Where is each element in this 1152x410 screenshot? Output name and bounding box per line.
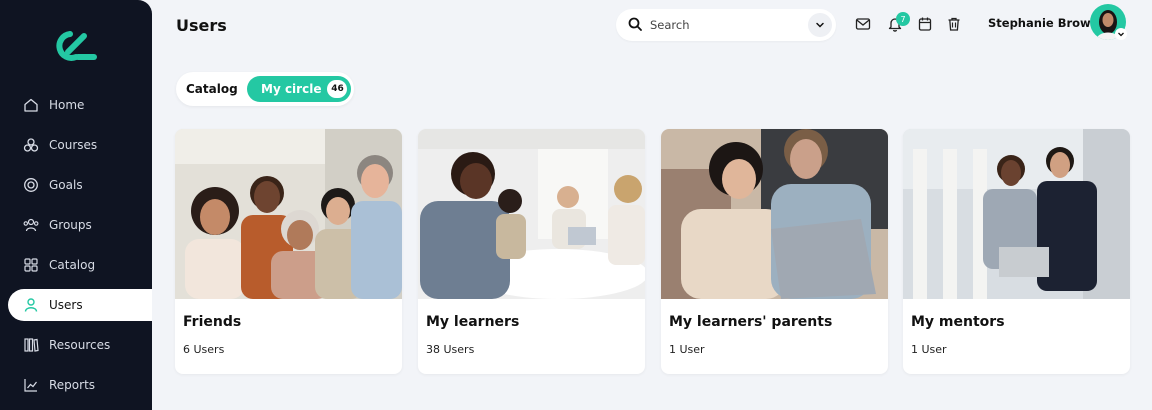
group-card-friends[interactable]: Friends 6 Users bbox=[175, 129, 402, 374]
card-user-count: 1 User bbox=[669, 343, 705, 356]
calendar-icon[interactable] bbox=[916, 15, 934, 33]
sidebar-item-courses[interactable]: Courses bbox=[8, 129, 152, 161]
search-input[interactable] bbox=[650, 18, 790, 32]
sidebar-item-users[interactable]: Users bbox=[8, 289, 152, 321]
page-title: Users bbox=[176, 16, 227, 35]
mail-icon[interactable] bbox=[854, 15, 872, 33]
count-badge: 46 bbox=[327, 80, 348, 98]
sidebar-item-label: Goals bbox=[49, 178, 83, 192]
sidebar-item-label: Home bbox=[49, 98, 85, 112]
search-bar[interactable] bbox=[616, 9, 836, 41]
courses-icon bbox=[22, 136, 40, 154]
tab-my-circle[interactable]: My circle 46 bbox=[247, 76, 351, 102]
view-tabs: Catalog My circle 46 bbox=[176, 72, 354, 106]
card-title: My learners' parents bbox=[669, 314, 833, 330]
card-title: Friends bbox=[183, 314, 242, 330]
sidebar-item-groups[interactable]: Groups bbox=[8, 209, 152, 241]
group-card-my-learners[interactable]: My learners 38 Users bbox=[418, 129, 645, 374]
tab-catalog[interactable]: Catalog bbox=[186, 82, 238, 96]
groups-icon bbox=[22, 216, 40, 234]
brand-logo[interactable] bbox=[54, 30, 98, 62]
sidebar-item-home[interactable]: Home bbox=[8, 89, 152, 121]
sidebar-item-label: Groups bbox=[49, 218, 92, 232]
group-photo bbox=[661, 129, 888, 299]
user-icon bbox=[22, 296, 40, 314]
goals-icon bbox=[22, 176, 40, 194]
card-user-count: 1 User bbox=[911, 343, 947, 356]
home-icon bbox=[22, 96, 40, 114]
reports-icon bbox=[22, 376, 40, 394]
sidebar-item-reports[interactable]: Reports bbox=[8, 369, 152, 401]
group-photo bbox=[418, 129, 645, 299]
card-title: My mentors bbox=[911, 314, 1005, 330]
sidebar-item-label: Courses bbox=[49, 138, 98, 152]
search-icon bbox=[628, 16, 642, 35]
chevron-down-icon bbox=[816, 22, 824, 28]
sidebar-item-catalog[interactable]: Catalog bbox=[8, 249, 152, 281]
trash-icon[interactable] bbox=[945, 15, 963, 33]
group-card-my-learners-parents[interactable]: My learners' parents 1 User bbox=[661, 129, 888, 374]
catalog-icon bbox=[22, 256, 40, 274]
sidebar-item-resources[interactable]: Resources bbox=[8, 329, 152, 361]
chevron-down-icon[interactable] bbox=[1115, 28, 1127, 40]
search-dropdown-button[interactable] bbox=[808, 13, 832, 37]
notification-badge: 7 bbox=[896, 12, 910, 26]
card-user-count: 38 Users bbox=[426, 343, 475, 356]
tab-my-circle-label: My circle bbox=[261, 82, 322, 96]
sidebar-item-label: Reports bbox=[49, 378, 96, 392]
sidebar-item-goals[interactable]: Goals bbox=[8, 169, 152, 201]
resources-icon bbox=[22, 336, 40, 354]
sidebar: Home Courses Goals Groups Catalog Users bbox=[0, 0, 152, 410]
card-user-count: 6 Users bbox=[183, 343, 225, 356]
sidebar-item-label: Resources bbox=[49, 338, 111, 352]
sidebar-item-label: Catalog bbox=[49, 258, 96, 272]
sidebar-item-label: Users bbox=[49, 298, 83, 312]
group-photo bbox=[903, 129, 1130, 299]
group-card-my-mentors[interactable]: My mentors 1 User bbox=[903, 129, 1130, 374]
group-photo bbox=[175, 129, 402, 299]
card-title: My learners bbox=[426, 314, 520, 330]
user-name[interactable]: Stephanie Brown bbox=[988, 16, 1099, 30]
